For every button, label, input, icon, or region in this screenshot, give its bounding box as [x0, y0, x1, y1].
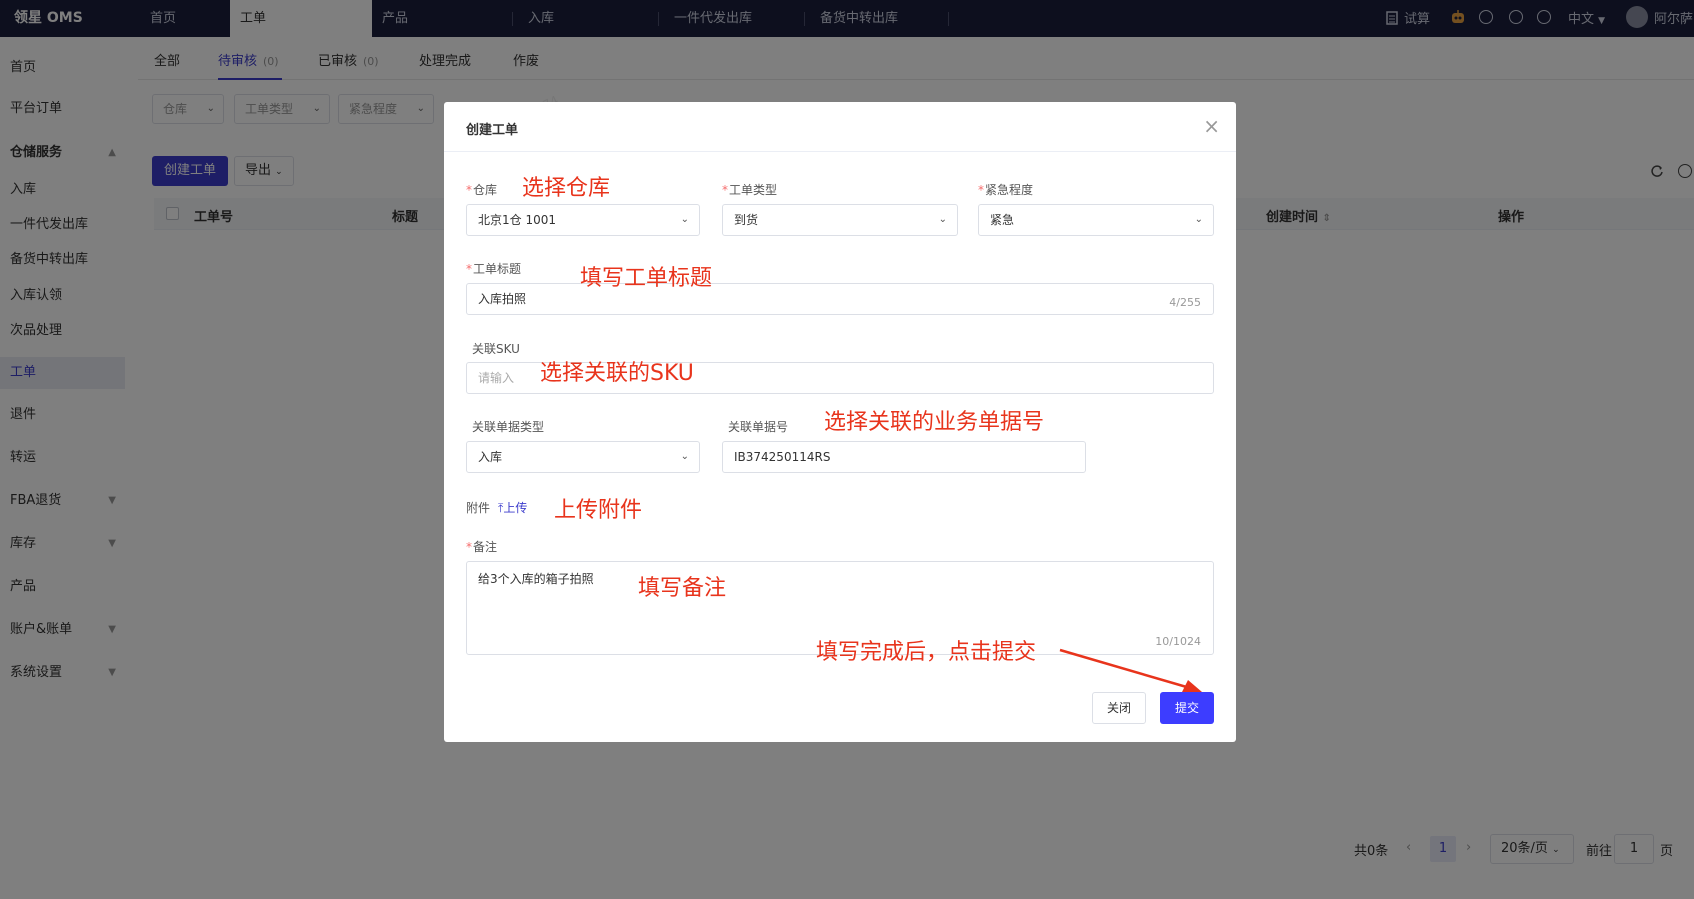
annotation-submit: 填写完成后，点击提交: [816, 640, 1037, 665]
field-label: 紧急程度: [985, 183, 1034, 197]
field-label: 备注: [473, 540, 498, 554]
ticket-type-label: *工单类型: [722, 181, 777, 198]
annotation-sku: 选择关联的SKU: [540, 361, 694, 386]
select-value: 紧急: [990, 213, 1015, 227]
attachment-label: 附件: [466, 501, 491, 515]
warehouse-select[interactable]: 北京1仓 1001 ⌄: [466, 204, 700, 236]
upload-button[interactable]: ⤒上传: [498, 499, 527, 516]
required-mark: *: [722, 183, 728, 197]
ticket-type-select[interactable]: 到货 ⌄: [722, 204, 958, 236]
chevron-down-icon: ⌄: [1194, 214, 1203, 225]
required-mark: *: [978, 183, 984, 197]
input-value: 入库拍照: [478, 292, 527, 306]
create-ticket-dialog: 创建工单 × *仓库 北京1仓 1001 ⌄ *工单类型 到货 ⌄ *紧急程度 紧急…: [444, 102, 1236, 742]
char-counter: 4/255: [1169, 296, 1201, 309]
warehouse-label: *仓库: [466, 181, 497, 198]
urgency-select[interactable]: 紧急 ⌄: [978, 204, 1214, 236]
annotation-title: 填写工单标题: [580, 266, 713, 291]
chevron-down-icon: ⌄: [680, 451, 689, 462]
annotation-warehouse: 选择仓库: [522, 176, 611, 201]
field-label: 工单标题: [473, 262, 522, 276]
required-mark: *: [466, 183, 472, 197]
remark-label: *备注: [466, 538, 497, 555]
ticket-title-label: *工单标题: [466, 260, 521, 277]
doc-no-input[interactable]: IB374250114RS: [722, 441, 1086, 473]
doc-type-select[interactable]: 入库 ⌄: [466, 441, 700, 473]
upload-label: 上传: [503, 501, 528, 515]
dialog-header: 创建工单 ×: [444, 102, 1236, 152]
field-label: 工单类型: [729, 183, 778, 197]
ticket-title-input[interactable]: 入库拍照 4/255: [466, 283, 1214, 315]
submit-button[interactable]: 提交: [1160, 692, 1214, 724]
annotation-doc: 选择关联的业务单据号: [824, 410, 1045, 435]
required-mark: *: [466, 540, 472, 554]
textarea-value: 给3个入库的箱子拍照: [478, 572, 594, 586]
arrow-icon: [1059, 648, 1202, 692]
close-icon[interactable]: ×: [1203, 114, 1220, 138]
chevron-down-icon: ⌄: [680, 214, 689, 225]
urgency-label: *紧急程度: [978, 181, 1033, 198]
chevron-down-icon: ⌄: [938, 214, 947, 225]
select-value: 入库: [478, 450, 503, 464]
doc-type-label: 关联单据类型: [472, 420, 545, 434]
select-value: 到货: [734, 213, 759, 227]
annotation-upload: 上传附件: [554, 498, 643, 523]
dialog-title: 创建工单: [466, 123, 519, 138]
select-value: 北京1仓 1001: [478, 213, 556, 227]
field-label: 仓库: [473, 183, 498, 197]
required-mark: *: [466, 262, 472, 276]
doc-no-label: 关联单据号: [728, 420, 789, 434]
sku-label: 关联SKU: [472, 342, 520, 356]
annotation-remark: 填写备注: [638, 576, 727, 601]
dialog-close-button[interactable]: 关闭: [1092, 692, 1146, 724]
